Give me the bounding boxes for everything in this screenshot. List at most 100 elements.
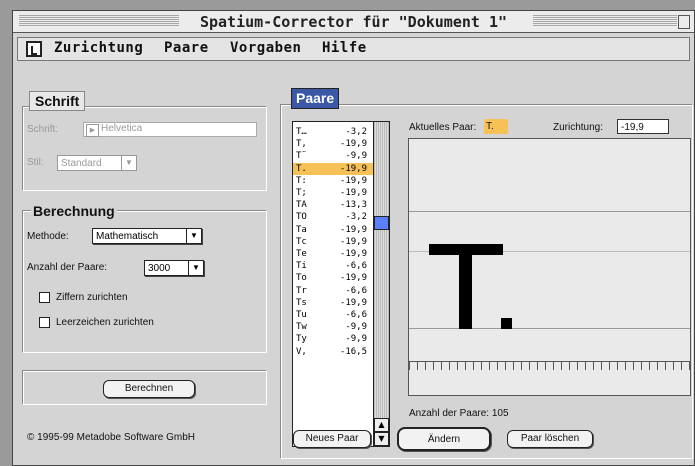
pair-list-item[interactable]: Tr -6,6	[293, 285, 373, 297]
pair-count-text: Anzahl der Paare: 105	[409, 408, 509, 419]
pair-list-item[interactable]: To -19,9	[293, 272, 373, 284]
title-bar[interactable]: Spatium-Corrector für "Dokument 1"	[13, 11, 694, 33]
method-popup[interactable]: Mathematisch ▼	[92, 228, 202, 244]
method-value: Mathematisch	[96, 231, 159, 242]
pair-value: -6,6	[345, 310, 367, 320]
app-window: Spatium-Corrector für "Dokument 1" Zuric…	[12, 10, 695, 466]
pair-value: -19,9	[339, 224, 367, 235]
pair-list-item[interactable]: T, -19,9	[293, 138, 373, 150]
pair-chars: V,	[296, 346, 307, 357]
pair-list-item[interactable]: T; -19,9	[293, 187, 373, 199]
pair-list-item[interactable]: T… -3,2	[293, 126, 373, 138]
menu-paare[interactable]: Paare	[164, 40, 209, 56]
style-label: Stil:	[27, 157, 44, 168]
pair-value: -9,9	[345, 151, 367, 162]
pair-list-item[interactable]: Tu -6,6	[293, 309, 373, 321]
pair-chars: T:	[296, 175, 307, 186]
style-popup[interactable]: Standard ▼	[57, 155, 137, 171]
pair-chars: Tu	[296, 310, 307, 320]
delete-pair-button[interactable]: Paar löschen	[507, 430, 593, 448]
berechnung-header: Berechnung	[31, 203, 117, 219]
pair-chars: T.	[296, 163, 307, 174]
pair-list-item[interactable]: TA -13,3	[293, 199, 373, 211]
app-menu-icon[interactable]	[26, 41, 42, 57]
pair-list-item[interactable]: Ts -19,9	[293, 297, 373, 309]
tab-paare[interactable]: Paare	[291, 88, 340, 109]
pairs-count-value: 3000	[148, 263, 171, 274]
pair-chars: Te	[296, 249, 307, 259]
copyright-text: © 1995-99 Metadobe Software GmbH	[27, 432, 196, 443]
style-value: Standard	[61, 158, 102, 169]
pair-value: -19,9	[339, 188, 367, 198]
pair-chars: TA	[296, 200, 307, 211]
schrift-header: Schrift	[29, 91, 86, 111]
pair-chars: Tc	[296, 236, 307, 247]
pair-value: -19,9	[339, 175, 367, 186]
menu-hilfe[interactable]: Hilfe	[322, 40, 367, 56]
menu-bar: Zurichtung Paare Vorgaben Hilfe	[17, 37, 690, 61]
current-pair-label: Aktuelles Paar:	[409, 122, 477, 133]
pair-chars: Tr	[296, 285, 307, 296]
zoom-box-icon[interactable]	[678, 15, 690, 29]
pair-list-item[interactable]: Ti -6,6	[293, 260, 373, 272]
pair-list-item[interactable]: TO -3,2	[293, 211, 373, 223]
style-chevron-down-icon: ▼	[121, 156, 136, 170]
schrift-group	[23, 107, 267, 191]
pair-list-item[interactable]: V, -16,5	[293, 346, 373, 358]
pair-value: -19,9	[339, 139, 367, 150]
pair-value: -9,9	[345, 334, 367, 345]
pair-value: -19,9	[339, 236, 367, 247]
zurichtung-input[interactable]: -19,9	[617, 119, 669, 134]
pair-list-item[interactable]: Tc -19,9	[293, 236, 373, 248]
ruler	[409, 361, 690, 370]
pair-chars: Ts	[296, 297, 307, 308]
pair-value: -19,9	[339, 297, 367, 308]
pair-list[interactable]: T… -3,2 T, -19,9 T¨ -9,9 T. -19,9 T: -19,9 T; -19,9…	[292, 121, 390, 447]
pair-chars: Ta	[296, 224, 307, 235]
pair-chars: T…	[296, 127, 307, 137]
pair-list-item[interactable]: Tw -9,9	[293, 321, 373, 333]
spaces-checkbox[interactable]	[39, 317, 50, 328]
pair-chars: T¨	[296, 151, 307, 162]
pair-chars: Ti	[296, 261, 307, 272]
pair-list-item[interactable]: T: -19,9	[293, 175, 373, 187]
pair-list-scrollbar[interactable]: ▲ ▼	[373, 122, 389, 446]
pair-chars: T;	[296, 188, 307, 198]
pair-value: -19,9	[339, 273, 367, 284]
glyph-period	[501, 318, 512, 329]
pair-value: -13,3	[339, 200, 367, 211]
pair-list-item[interactable]: Te -19,9	[293, 248, 373, 260]
digits-checkbox[interactable]	[39, 292, 50, 303]
pairs-count-popup[interactable]: 3000 ▼	[144, 260, 204, 276]
font-popup-icon[interactable]: ▶	[86, 124, 99, 137]
pair-value: -6,6	[345, 285, 367, 296]
pair-value: -19,9	[339, 249, 367, 259]
zurichtung-label: Zurichtung:	[553, 122, 604, 133]
window-title: Spatium-Corrector für "Dokument 1"	[193, 13, 514, 31]
change-button[interactable]: Ändern	[397, 427, 491, 451]
scroll-thumb[interactable]	[374, 216, 389, 230]
pair-list-item[interactable]: Ty -9,9	[293, 333, 373, 345]
font-label: Schrift:	[27, 124, 59, 135]
scroll-up-icon[interactable]: ▲	[374, 418, 389, 432]
pair-value: -3,2	[345, 212, 367, 223]
pair-list-item[interactable]: T¨ -9,9	[293, 150, 373, 162]
preview-top-divider	[409, 211, 690, 212]
new-pair-button[interactable]: Neues Paar	[293, 430, 371, 448]
pair-value: -9,9	[345, 322, 367, 333]
pair-list-item[interactable]: Ta -19,9	[293, 224, 373, 236]
compute-button[interactable]: Berechnen	[103, 380, 195, 398]
menu-zurichtung[interactable]: Zurichtung	[54, 40, 143, 56]
font-value: Helvetica	[101, 123, 143, 134]
menu-vorgaben[interactable]: Vorgaben	[230, 40, 301, 56]
pair-list-item[interactable]: T. -19,9	[293, 162, 373, 175]
pair-chars: Tw	[296, 322, 307, 333]
spaces-checkbox-label: Leerzeichen zurichten	[56, 317, 154, 328]
scroll-down-icon[interactable]: ▼	[374, 432, 389, 446]
pairs-count-label: Anzahl der Paare:	[27, 262, 108, 273]
font-field[interactable]: ▶ Helvetica	[83, 122, 257, 137]
method-label: Methode:	[27, 231, 69, 242]
current-pair-value[interactable]: T.	[484, 119, 508, 134]
pairs-chevron-down-icon: ▼	[188, 261, 203, 275]
kerning-preview	[408, 138, 691, 396]
